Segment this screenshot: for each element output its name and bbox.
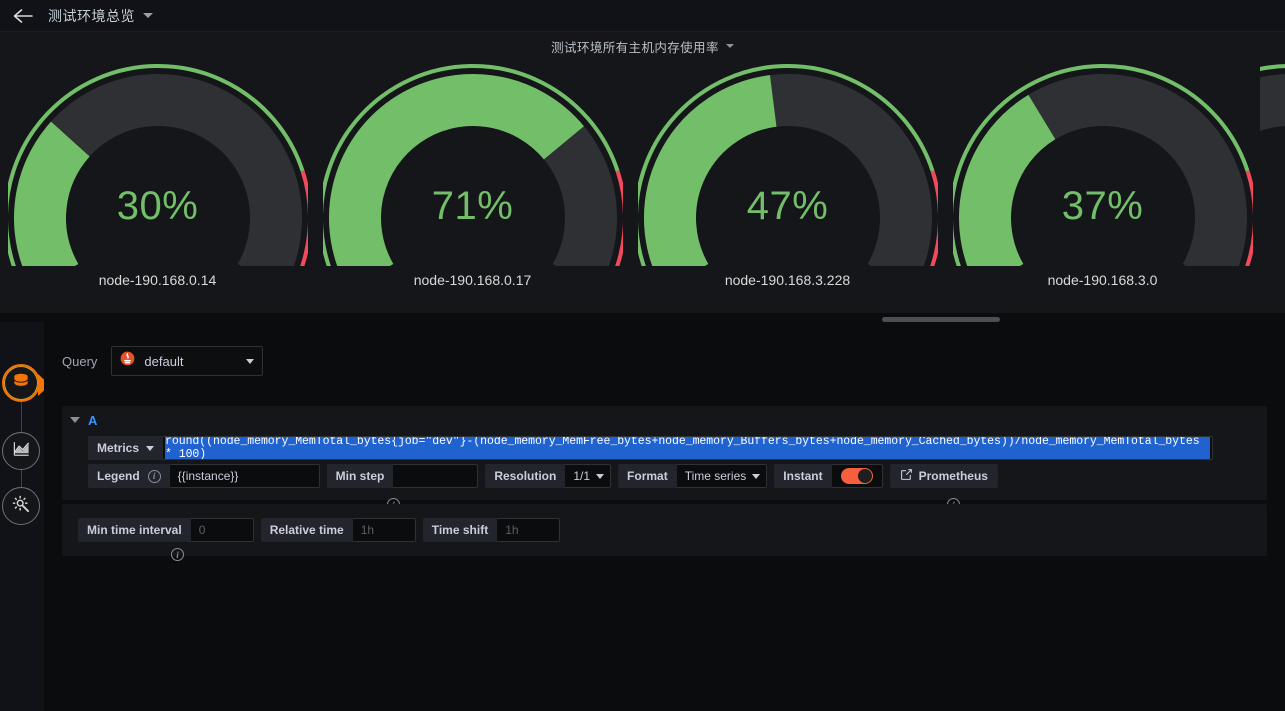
editor-steps-rail	[0, 322, 50, 711]
gauge-2: 71% node-190.168.0.17	[315, 56, 630, 314]
metrics-label: Metrics	[97, 441, 140, 455]
time-shift-label-segment: Time shift	[422, 518, 498, 542]
gear-wrench-icon	[11, 494, 31, 519]
editor-content: Query default A Metrics round((node_memo…	[44, 322, 1285, 711]
gauge-arc	[1260, 56, 1285, 266]
gauge-arc: 71%	[322, 56, 623, 266]
legend-input[interactable]: {{instance}}	[169, 464, 320, 488]
format-chevron-down-icon[interactable]	[752, 473, 761, 479]
dashboard-menu-chevron-down-icon[interactable]	[143, 13, 153, 18]
format-label-segment: Format	[618, 464, 677, 488]
query-expression-input[interactable]: round((node_memory_MemTotal_bytes{job="d…	[163, 436, 1214, 460]
gauge-label: node-190.168.0.14	[98, 272, 217, 288]
time-shift-label: Time shift	[431, 523, 489, 537]
rail-item-visualization[interactable]	[2, 432, 40, 470]
gauge-label: node-190.168.3.0	[1047, 272, 1158, 288]
time-shift-input[interactable]: 1h	[497, 518, 561, 542]
query-editor-pane: Query default A Metrics round((node_memo…	[0, 322, 1285, 711]
relative-time-input[interactable]: 1h	[352, 518, 416, 542]
instant-label: Instant	[783, 469, 823, 483]
datasource-chevron-down-icon[interactable]	[246, 358, 255, 364]
instant-toggle[interactable]	[840, 468, 873, 484]
gauge-label: node-190.168.0.17	[413, 272, 532, 288]
min-time-interval-label-segment: Min time interval	[78, 518, 191, 542]
resolution-label: Resolution	[494, 469, 557, 483]
datasource-name: default	[144, 353, 184, 369]
gauge-4: 37% node-190.168.3.0	[945, 56, 1260, 314]
gauge-value-text: 30%	[116, 184, 199, 228]
resolution-select[interactable]: 1/1	[565, 464, 612, 488]
gauge-panel: 测试环境所有主机内存使用率 30% node-190.168.0.14 71% nod…	[0, 32, 1285, 320]
prometheus-label: Prometheus	[918, 469, 988, 483]
query-ref-id[interactable]: A	[88, 413, 97, 428]
panel-editor-splitter	[0, 313, 1285, 322]
chart-icon	[12, 439, 31, 463]
rail-item-settings[interactable]	[2, 487, 40, 525]
datasource-row: Query default	[44, 322, 1285, 376]
query-label: Query	[62, 353, 98, 369]
panel-title[interactable]: 测试环境所有主机内存使用率	[551, 37, 719, 56]
gauge-arc: 47%	[637, 56, 938, 266]
metrics-label-button[interactable]: Metrics	[88, 436, 164, 460]
gauge-value-text: 71%	[431, 184, 514, 228]
gauge-value-text: 47%	[746, 184, 829, 228]
datasource-picker[interactable]: default	[111, 346, 264, 376]
min-step-label-segment: Min step	[326, 464, 394, 488]
gauge-value-arc	[328, 74, 584, 266]
back-arrow-icon[interactable]	[12, 5, 34, 27]
legend-label-segment: Legend i	[88, 464, 170, 488]
time-shift-placeholder: 1h	[505, 523, 519, 537]
relative-time-label: Relative time	[269, 523, 344, 537]
panel-menu-chevron-down-icon[interactable]	[725, 44, 734, 48]
metrics-chevron-down-icon[interactable]	[146, 445, 155, 451]
gauge-value-text: 37%	[1061, 184, 1144, 228]
metrics-field-row: Metrics round((node_memory_MemTotal_byte…	[62, 436, 1267, 460]
gauge-1: 30% node-190.168.0.14	[0, 56, 315, 314]
resolution-value: 1/1	[573, 469, 591, 483]
min-time-interval-info-icon[interactable]: i	[171, 548, 184, 561]
prometheus-icon	[120, 351, 135, 371]
legend-label: Legend	[97, 469, 140, 483]
query-options-row: Min time interval 0 Relative time 1h Tim…	[62, 504, 1267, 542]
dashboard-title[interactable]: 测试环境总览	[48, 6, 135, 26]
relative-time-placeholder: 1h	[360, 523, 375, 537]
query-collapse-chevron-down-icon[interactable]	[70, 417, 80, 423]
gauge-arc: 37%	[952, 56, 1253, 266]
legend-info-icon[interactable]: i	[147, 469, 161, 483]
min-step-input[interactable]	[393, 464, 479, 488]
query-options-card: Min time interval 0 Relative time 1h Tim…	[62, 504, 1267, 561]
gauge-5-partial	[1260, 56, 1285, 314]
gauge-row: 30% node-190.168.0.14 71% node-190.168.0.17…	[0, 56, 1285, 320]
min-time-interval-label: Min time interval	[87, 523, 182, 537]
format-value: Time series	[684, 469, 747, 483]
resolution-label-segment: Resolution	[485, 464, 566, 488]
instant-label-segment: Instant	[774, 464, 832, 488]
query-row-card: A Metrics round((node_memory_MemTotal_by…	[62, 406, 1267, 511]
rail-item-query[interactable]	[2, 364, 40, 402]
query-row-header: A	[62, 406, 1267, 434]
external-link-icon	[900, 468, 913, 484]
min-step-label: Min step	[335, 469, 385, 483]
format-label: Format	[627, 469, 668, 483]
legend-value: {{instance}}	[177, 469, 239, 483]
min-time-interval-placeholder: 0	[198, 523, 206, 537]
relative-time-label-segment: Relative time	[260, 518, 353, 542]
query-expression-text: round((node_memory_MemTotal_bytes{job="d…	[165, 437, 1211, 459]
min-time-interval-input[interactable]: 0	[190, 518, 254, 542]
database-icon	[11, 371, 31, 396]
resolution-chevron-down-icon[interactable]	[596, 473, 605, 479]
gauge-track	[13, 74, 302, 266]
legend-options-row: Legend i {{instance}} Min step Resolutio…	[62, 464, 1267, 488]
gauge-arc: 30%	[7, 56, 308, 266]
instant-toggle-wrap	[831, 464, 883, 488]
gauge-label: node-190.168.3.228	[724, 272, 851, 288]
top-navigation-bar: 测试环境总览	[0, 0, 1285, 32]
gauge-track	[1260, 74, 1285, 132]
gauge-3: 47% node-190.168.3.228	[630, 56, 945, 314]
prometheus-link-button[interactable]: Prometheus	[889, 464, 998, 488]
format-select[interactable]: Time series	[676, 464, 768, 488]
